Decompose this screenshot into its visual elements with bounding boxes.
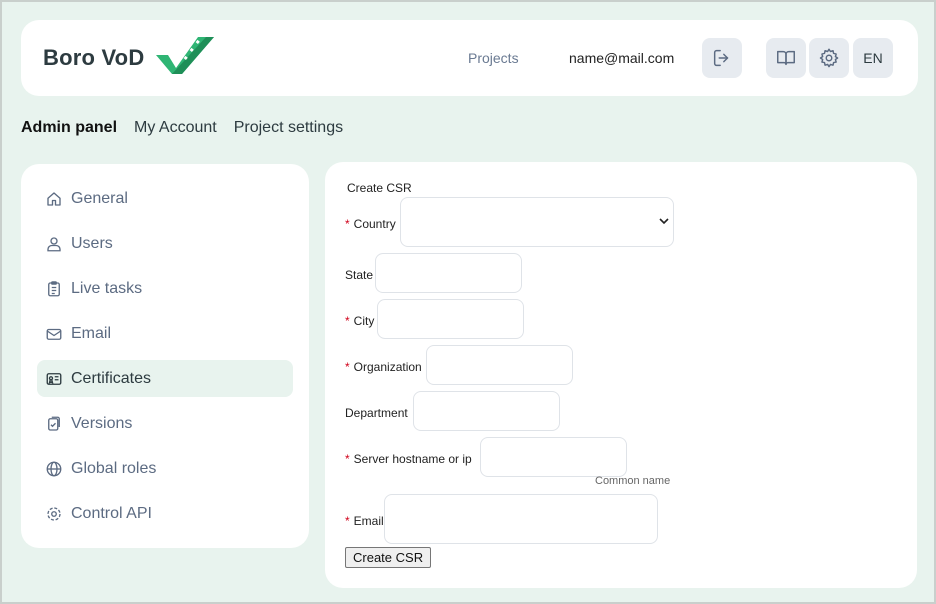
hostname-label: * Server hostname or ip: [345, 452, 472, 466]
city-input[interactable]: [377, 299, 524, 339]
sidebar-item-general[interactable]: General: [37, 180, 293, 217]
sidebar-item-certificates[interactable]: Certificates: [37, 360, 293, 397]
required-marker: *: [345, 217, 350, 231]
hostname-input[interactable]: [480, 437, 627, 477]
sidebar-item-label: General: [71, 189, 128, 207]
organization-label: * Organization: [345, 360, 422, 374]
sidebar-item-global-roles[interactable]: Global roles: [37, 450, 293, 487]
header: Boro VoD Projects name@mail.com EN: [21, 20, 918, 96]
department-input[interactable]: [413, 391, 560, 431]
city-label: * City: [345, 314, 375, 328]
language-button[interactable]: EN: [853, 38, 893, 78]
nav-projects-link[interactable]: Projects: [468, 50, 519, 66]
certificate-icon: [45, 370, 63, 388]
required-marker: *: [345, 314, 350, 328]
hostname-hint: Common name: [595, 475, 671, 487]
sidebar-item-email[interactable]: Email: [37, 315, 293, 352]
home-icon: [45, 190, 63, 208]
sidebar-item-versions[interactable]: Versions: [37, 405, 293, 442]
sidebar-item-label: Email: [71, 324, 112, 342]
user-icon: [45, 235, 63, 253]
logout-icon: [713, 49, 729, 67]
form-title: Create CSR: [347, 181, 412, 195]
docs-button[interactable]: [766, 38, 806, 78]
csr-form-panel: Create CSR * Country State * City * Organiz…: [325, 162, 917, 588]
create-csr-button[interactable]: Create CSR: [345, 547, 432, 568]
gear-icon: [819, 48, 839, 68]
topnav-project-settings[interactable]: Project settings: [234, 119, 343, 137]
state-input[interactable]: [375, 253, 522, 293]
topnav-my-account[interactable]: My Account: [134, 119, 217, 137]
department-label: Department: [345, 406, 408, 420]
sidebar-item-users[interactable]: Users: [37, 225, 293, 262]
versions-icon: [45, 415, 63, 433]
settings-button[interactable]: [809, 38, 849, 78]
email-input[interactable]: [384, 494, 658, 544]
book-icon: [777, 50, 795, 66]
chevron-down-icon: [659, 218, 669, 225]
sidebar-item-control-api[interactable]: Control API: [37, 495, 293, 532]
mail-icon: [45, 325, 63, 343]
logo-check-icon: [156, 37, 214, 74]
logout-button[interactable]: [702, 38, 742, 78]
sidebar-item-label: Users: [71, 234, 113, 252]
globe-icon: [45, 460, 63, 478]
state-label: State: [345, 268, 374, 282]
sidebar: General Users Live tasks Email Certifica…: [21, 164, 309, 548]
sidebar-item-live-tasks[interactable]: Live tasks: [37, 270, 293, 307]
user-email: name@mail.com: [569, 50, 675, 66]
country-select[interactable]: [400, 197, 674, 247]
topnav-admin-panel[interactable]: Admin panel: [21, 119, 117, 137]
logo-text: Boro VoD: [43, 45, 145, 70]
email-label: * Email: [345, 514, 384, 528]
logo[interactable]: Boro VoD: [43, 37, 214, 78]
sidebar-item-label: Live tasks: [71, 279, 143, 297]
required-marker: *: [345, 452, 350, 466]
required-marker: *: [345, 360, 350, 374]
sidebar-item-label: Versions: [71, 414, 133, 432]
top-nav: Admin panel My Account Project settings: [21, 119, 343, 137]
organization-input[interactable]: [426, 345, 573, 385]
sidebar-item-label: Control API: [71, 504, 152, 522]
clipboard-icon: [45, 280, 63, 298]
country-label: * Country: [345, 217, 396, 231]
sidebar-item-label: Certificates: [71, 369, 152, 387]
gear-icon: [45, 505, 63, 523]
required-marker: *: [345, 514, 350, 528]
sidebar-item-label: Global roles: [71, 459, 157, 477]
